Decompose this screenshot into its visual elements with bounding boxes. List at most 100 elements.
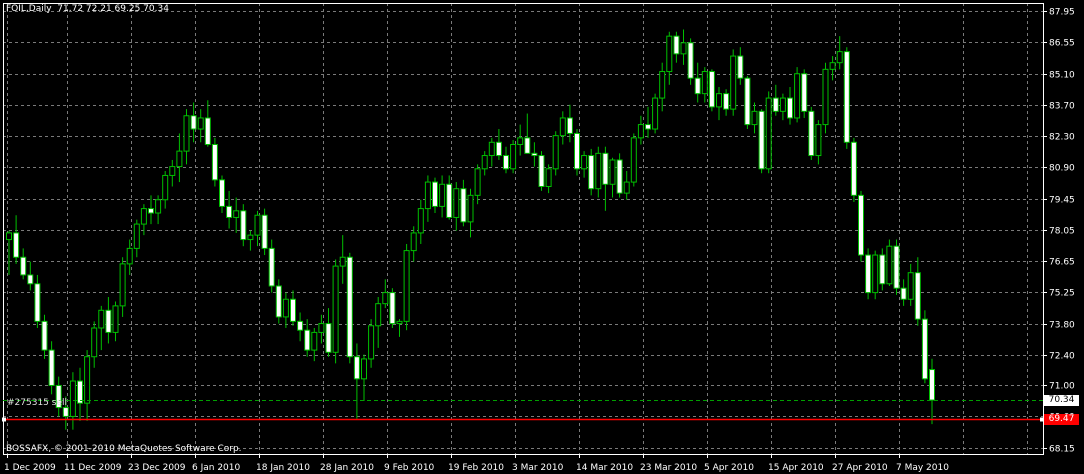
- candle: [907, 263, 914, 306]
- candle-body: [339, 256, 346, 267]
- candle-body: [62, 407, 69, 417]
- candle: [481, 151, 488, 176]
- candle-body: [680, 42, 687, 55]
- y-tick-label: 82.30: [1049, 133, 1075, 143]
- candle-body: [495, 141, 502, 157]
- candle-body: [183, 115, 190, 152]
- x-tick-label: 1 Dec 2009: [4, 463, 56, 473]
- candle-body: [914, 272, 921, 320]
- candle: [673, 31, 680, 63]
- candle: [779, 93, 786, 121]
- candle-body: [836, 51, 843, 64]
- candle-body: [148, 208, 154, 214]
- price-chart[interactable]: 87.95 86.55 85.10 83.70 82.30 80.90 79.45 78.05…: [0, 0, 1084, 474]
- candle-body: [893, 245, 900, 289]
- candle: [737, 47, 744, 85]
- candle-body: [318, 323, 325, 333]
- candle: [581, 151, 588, 178]
- candle-body: [637, 124, 644, 139]
- candle: [453, 182, 460, 231]
- candle: [27, 261, 34, 291]
- candle-body: [91, 327, 98, 358]
- candle-body: [602, 152, 609, 185]
- candle-body: [261, 214, 268, 249]
- candle-body: [517, 137, 524, 145]
- candle: [474, 164, 481, 205]
- candle: [815, 120, 822, 165]
- order-label[interactable]: #275315 sell: [7, 398, 67, 409]
- candle-body: [481, 155, 488, 170]
- candle-body: [247, 234, 254, 241]
- candle-body: [226, 205, 233, 218]
- candle: [574, 129, 580, 176]
- candle: [84, 350, 91, 421]
- candle-body: [886, 245, 893, 285]
- candle-body: [808, 110, 815, 157]
- candle-body: [233, 210, 240, 218]
- candle-body: [6, 232, 12, 241]
- candle-body: [382, 292, 389, 305]
- x-tick-label: 23 Mar 2010: [640, 463, 697, 473]
- candle: [829, 56, 836, 81]
- chart-window[interactable]: 87.95 86.55 85.10 83.70 82.30 80.90 79.45 78.05…: [0, 0, 1084, 474]
- candle: [325, 308, 332, 357]
- candle-body: [921, 318, 928, 380]
- candle: [346, 252, 353, 364]
- candle: [339, 235, 346, 284]
- y-tick-label: 79.45: [1049, 196, 1075, 206]
- candle: [623, 171, 630, 200]
- candle-body: [112, 305, 119, 333]
- candle: [545, 164, 552, 194]
- candle-body: [772, 97, 779, 112]
- candle: [20, 248, 27, 280]
- candle-body: [424, 181, 431, 210]
- candle-body: [105, 309, 112, 333]
- candle: [723, 89, 730, 116]
- y-tick-label: 72.40: [1049, 352, 1075, 362]
- x-tick-label: 27 Apr 2010: [832, 463, 888, 473]
- candle: [630, 133, 637, 187]
- candle: [708, 69, 715, 112]
- copyright-text: BOSSAFX, © 2001-2010 MetaQuotes Software…: [6, 444, 242, 454]
- candle: [226, 190, 233, 229]
- candle: [211, 137, 218, 187]
- candle: [353, 343, 360, 419]
- candle-body: [652, 97, 659, 130]
- candle: [389, 288, 396, 328]
- candle-body: [787, 97, 793, 119]
- candle-body: [609, 159, 616, 185]
- y-tick-label: 86.55: [1049, 39, 1075, 49]
- candle: [794, 67, 801, 123]
- candle: [240, 204, 247, 247]
- candle-body: [872, 254, 879, 294]
- candle: [602, 146, 609, 211]
- candle-body: [69, 380, 76, 417]
- candle: [510, 140, 517, 174]
- candle: [446, 175, 453, 220]
- candle: [77, 367, 83, 421]
- x-tick-label: 19 Feb 2010: [448, 463, 504, 473]
- candle-body: [133, 223, 140, 249]
- candle-body: [155, 199, 162, 214]
- order-price-label: 69.47: [1044, 413, 1079, 425]
- candle-body: [403, 250, 410, 322]
- candle-body: [503, 155, 509, 170]
- candle-body: [595, 152, 602, 190]
- last-price-label: 70.34: [1044, 394, 1079, 406]
- candle-body: [701, 71, 708, 95]
- candle-body: [779, 97, 786, 112]
- candle-body: [559, 117, 566, 137]
- candle-body: [190, 115, 197, 130]
- candle-body: [396, 320, 403, 325]
- candle: [119, 257, 126, 317]
- candle: [552, 131, 559, 176]
- candle-body: [659, 71, 666, 99]
- candle: [772, 84, 779, 116]
- x-tick-label: 28 Jan 2010: [320, 463, 374, 473]
- candle: [716, 87, 722, 121]
- candle-body: [290, 298, 296, 322]
- candle-body: [197, 117, 204, 130]
- candle-body: [77, 380, 83, 404]
- candle-body: [574, 132, 580, 170]
- candle-body: [48, 349, 55, 386]
